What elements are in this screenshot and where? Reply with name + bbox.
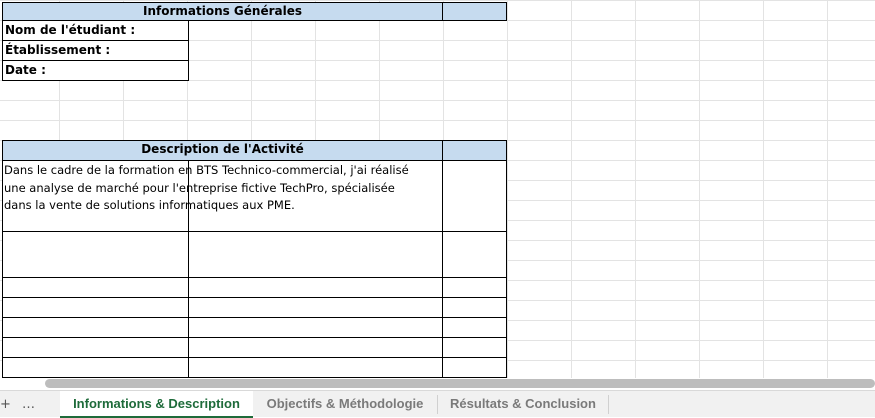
table-row[interactable] (188, 277, 443, 298)
student-name-label[interactable]: Nom de l'étudiant : (2, 20, 189, 41)
tab-separator (608, 395, 609, 414)
more-icon[interactable]: … (22, 391, 35, 418)
table-row[interactable] (2, 277, 189, 298)
description-cell[interactable] (2, 160, 443, 232)
section-header-extra-cell[interactable] (442, 2, 507, 21)
description-divider (188, 160, 189, 232)
plus-icon[interactable]: + (0, 391, 11, 418)
horizontal-scrollbar[interactable] (45, 379, 875, 388)
table-row[interactable] (188, 317, 443, 338)
section-header-extra-cell-2[interactable] (442, 140, 507, 161)
table-row[interactable] (188, 357, 443, 378)
school-label[interactable]: Établissement : (2, 40, 189, 61)
section-header-general-info[interactable]: Informations Générales (2, 2, 443, 21)
table-row[interactable] (2, 337, 189, 358)
table-row[interactable] (2, 231, 189, 278)
table-row[interactable] (442, 297, 507, 318)
date-label[interactable]: Date : (2, 60, 189, 81)
tab-objectifs-methodologie[interactable]: Objectifs & Méthodologie (254, 391, 436, 418)
table-row[interactable] (188, 337, 443, 358)
table-row[interactable] (2, 357, 189, 378)
table-row[interactable] (442, 277, 507, 298)
section-header-activity-description[interactable]: Description de l'Activité (2, 140, 443, 161)
description-extra-cell[interactable] (442, 160, 507, 232)
table-row[interactable] (442, 357, 507, 378)
table-row[interactable] (442, 317, 507, 338)
tab-resultats-conclusion[interactable]: Résultats & Conclusion (438, 391, 608, 418)
sheet-tab-bar: + … Informations & Description Objectifs… (0, 390, 875, 418)
table-row[interactable] (188, 297, 443, 318)
table-row[interactable] (442, 337, 507, 358)
table-row[interactable] (442, 231, 507, 278)
tab-informations-description[interactable]: Informations & Description (60, 391, 253, 418)
table-row[interactable] (2, 297, 189, 318)
table-row[interactable] (2, 317, 189, 338)
table-row[interactable] (188, 231, 443, 278)
